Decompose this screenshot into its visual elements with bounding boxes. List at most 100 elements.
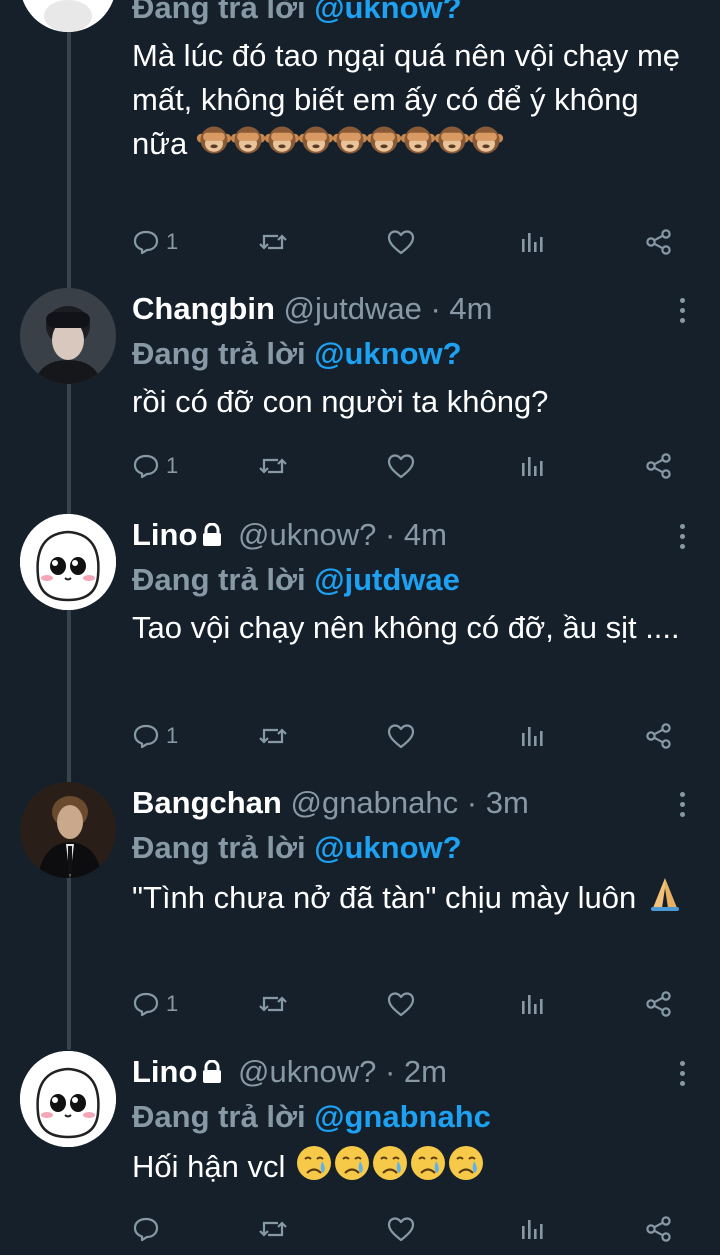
reply-context: Đang trả lời @gnabnahc (132, 1095, 690, 1139)
crying-face-emoji (446, 1143, 486, 1195)
avatar[interactable] (20, 0, 116, 32)
like-button[interactable] (386, 222, 416, 262)
tweet-text: Hối hận vcl (132, 1143, 690, 1195)
avatar[interactable] (20, 514, 116, 610)
mascot-avatar-art (20, 1051, 116, 1147)
retweet-button[interactable] (258, 1209, 288, 1249)
retweet-icon (258, 722, 288, 750)
retweet-icon (258, 452, 288, 480)
handle[interactable]: @jutdwae (284, 291, 422, 326)
reply-button[interactable]: 1 (132, 222, 178, 262)
like-button[interactable] (386, 984, 416, 1024)
share-button[interactable] (644, 984, 674, 1024)
reply-count: 1 (166, 723, 179, 748)
tweet-header: Changbin @jutdwae · 4m (132, 286, 690, 332)
analytics-icon (518, 228, 546, 256)
reply-button[interactable]: 1 (132, 984, 178, 1024)
timestamp[interactable]: · 4m (385, 517, 447, 552)
see-no-evil-monkey-emoji (298, 122, 334, 170)
like-icon (386, 990, 416, 1018)
share-icon (644, 452, 674, 480)
reply-mention[interactable]: @uknow? (314, 0, 461, 25)
reply-mention[interactable]: @gnabnahc (314, 1099, 491, 1134)
analytics-button[interactable] (518, 222, 546, 262)
tweet-text: Tao vội chạy nên không có đỡ, ầu sịt ...… (132, 610, 680, 645)
more-icon[interactable] (672, 516, 692, 556)
reply-prefix: Đang trả lời (132, 0, 306, 25)
tweet-actions: 1 (132, 222, 692, 262)
share-icon (644, 990, 674, 1018)
see-no-evil-monkey-emoji (332, 122, 368, 170)
reply-button[interactable] (132, 1209, 166, 1249)
lock-icon (201, 514, 223, 560)
see-no-evil-monkey-emoji (434, 122, 470, 170)
see-no-evil-monkey-emoji (468, 122, 504, 170)
tweet-actions: 1 (132, 984, 692, 1024)
retweet-button[interactable] (258, 222, 288, 262)
share-button[interactable] (644, 1209, 674, 1249)
reply-context: Đang trả lời @uknow? (132, 826, 690, 870)
timestamp[interactable]: · 4m (431, 291, 493, 326)
crying-face-emoji (370, 1143, 410, 1195)
retweet-icon (258, 1215, 288, 1243)
see-no-evil-monkey-emoji (366, 122, 402, 170)
analytics-button[interactable] (518, 984, 546, 1024)
tweet-text-body: "Tình chưa nở đã tàn" chịu mày luôn (132, 880, 637, 916)
retweet-button[interactable] (258, 446, 288, 486)
reply-count: 1 (166, 453, 179, 478)
share-button[interactable] (644, 222, 674, 262)
handle[interactable]: @gnabnahc (290, 785, 458, 820)
analytics-button[interactable] (518, 1209, 546, 1249)
reply-button[interactable]: 1 (132, 716, 178, 756)
reply-icon (132, 1215, 160, 1243)
lock-icon (201, 1051, 223, 1097)
reply-mention[interactable]: @uknow? (314, 336, 461, 371)
reply-context: Đang trả lời @jutdwae (132, 558, 690, 602)
reply-mention[interactable]: @uknow? (314, 830, 461, 865)
retweet-button[interactable] (258, 716, 288, 756)
timestamp[interactable]: · 2m (385, 1054, 447, 1089)
retweet-icon (258, 228, 288, 256)
reply-count: 1 (166, 229, 179, 254)
like-button[interactable] (386, 446, 416, 486)
more-icon[interactable] (672, 290, 692, 330)
tweet-header: Lino @uknow? · 4m (132, 512, 690, 558)
more-icon[interactable] (672, 1053, 692, 1093)
mascot-avatar-art (20, 514, 116, 610)
tweet-header: Bangchan @gnabnahc · 3m (132, 780, 690, 826)
handle[interactable]: @uknow? (238, 517, 376, 552)
reply-icon (132, 722, 160, 750)
like-icon (386, 228, 416, 256)
share-button[interactable] (644, 716, 674, 756)
folded-hands-emoji (645, 874, 685, 926)
emoji-run (645, 878, 683, 915)
avatar[interactable] (20, 288, 116, 384)
display-name[interactable]: Lino (132, 517, 197, 552)
share-icon (644, 1215, 674, 1243)
like-button[interactable] (386, 1209, 416, 1249)
analytics-icon (518, 452, 546, 480)
avatar[interactable] (20, 1051, 116, 1147)
more-icon[interactable] (672, 784, 692, 824)
analytics-button[interactable] (518, 716, 546, 756)
avatar[interactable] (20, 782, 116, 878)
reply-mention[interactable]: @jutdwae (314, 562, 460, 597)
like-button[interactable] (386, 716, 416, 756)
tweet-text: rồi có đỡ con người ta không? (132, 384, 549, 419)
analytics-button[interactable] (518, 446, 546, 486)
reply-prefix: Đang trả lời (132, 830, 306, 865)
share-button[interactable] (644, 446, 674, 486)
timestamp[interactable]: · 3m (467, 785, 529, 820)
reply-icon (132, 452, 160, 480)
see-no-evil-monkey-emoji (264, 122, 300, 170)
retweet-icon (258, 990, 288, 1018)
display-name[interactable]: Bangchan (132, 785, 282, 820)
display-name[interactable]: Changbin (132, 291, 275, 326)
display-name[interactable]: Lino (132, 1054, 197, 1089)
tweet-actions: 1 (132, 716, 692, 756)
handle[interactable]: @uknow? (238, 1054, 376, 1089)
reply-prefix: Đang trả lời (132, 336, 306, 371)
reply-button[interactable]: 1 (132, 446, 178, 486)
tweet-text: Mà lúc đó tao ngại quá nên vội chạy mẹ m… (132, 34, 690, 170)
retweet-button[interactable] (258, 984, 288, 1024)
